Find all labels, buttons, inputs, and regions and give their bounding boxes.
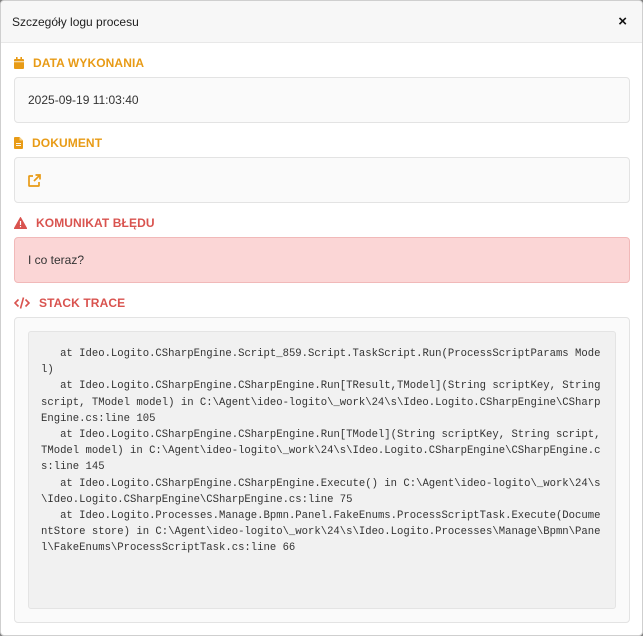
- external-link-icon[interactable]: [28, 173, 41, 187]
- modal-body: DATA WYKONANIA 2025-09-19 11:03:40 DOKUM…: [1, 54, 642, 623]
- execution-date-value: 2025-09-19 11:03:40: [28, 93, 139, 107]
- document-heading-label: DOKUMENT: [32, 136, 103, 150]
- error-heading-label: KOMUNIKAT BŁĘDU: [36, 216, 155, 230]
- close-button[interactable]: ×: [615, 12, 630, 31]
- stack-section-heading: STACK TRACE: [14, 294, 629, 312]
- warning-icon: [14, 217, 27, 229]
- stack-trace-box: at Ideo.Logito.CSharpEngine.Script_859.S…: [14, 317, 630, 623]
- stack-heading-label: STACK TRACE: [39, 296, 126, 310]
- error-message-box: I co teraz?: [14, 237, 630, 283]
- date-value-box: 2025-09-19 11:03:40: [14, 77, 630, 123]
- file-icon: [14, 137, 23, 149]
- document-box: [14, 157, 630, 203]
- date-section-heading: DATA WYKONANIA: [14, 54, 629, 72]
- stack-trace-text: at Ideo.Logito.CSharpEngine.Script_859.S…: [28, 331, 616, 609]
- error-message-value: I co teraz?: [28, 253, 85, 267]
- calendar-icon: [14, 57, 24, 69]
- error-section-heading: KOMUNIKAT BŁĘDU: [14, 214, 629, 232]
- document-section-heading: DOKUMENT: [14, 134, 629, 152]
- modal-header: Szczegóły logu procesu ×: [1, 1, 642, 43]
- modal-title: Szczegóły logu procesu: [12, 14, 139, 29]
- date-heading-label: DATA WYKONANIA: [33, 56, 145, 70]
- code-icon: [14, 297, 30, 309]
- process-log-details-modal: Szczegóły logu procesu × DATA WYKONANIA …: [0, 0, 643, 636]
